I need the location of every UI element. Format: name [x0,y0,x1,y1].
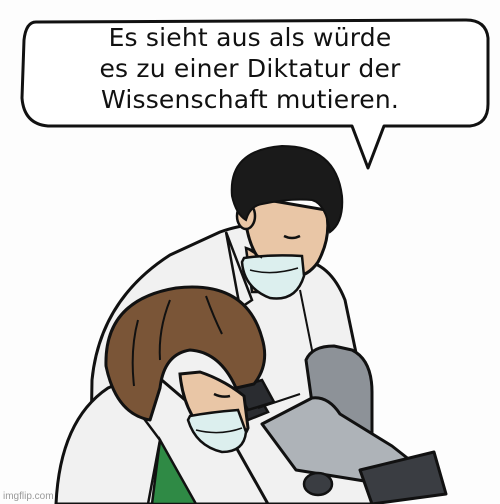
speech-line-1: Es sieht aus als würde [108,23,392,52]
speech-bubble-text: Es sieht aus als würde es zu einer Dikta… [40,22,460,115]
imgflip-watermark: imgflip.com [3,491,54,502]
speech-line-3: Wissenschaft mutieren. [100,85,400,114]
meme-canvas: Es sieht aus als würde es zu einer Dikta… [0,0,500,504]
speech-line-2: es zu einer Diktatur der [99,54,401,83]
female-scientist [54,285,270,504]
